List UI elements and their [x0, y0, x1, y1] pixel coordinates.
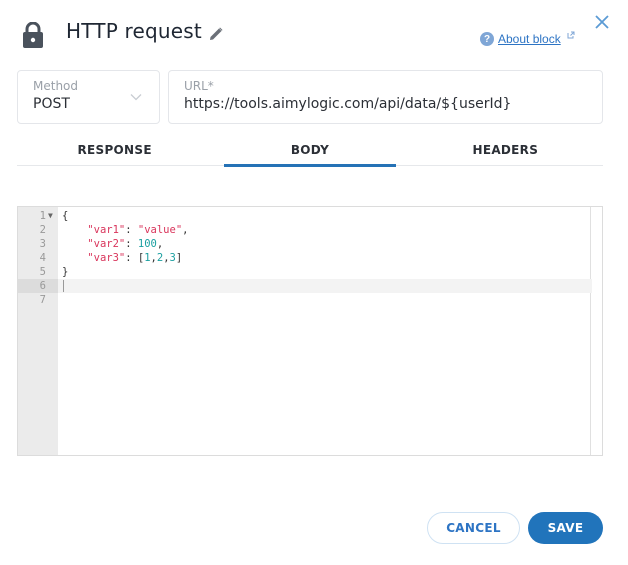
method-select[interactable]: Method POST [17, 70, 160, 124]
url-label: URL* [184, 79, 214, 93]
code-text: "var1": "value", [62, 223, 188, 237]
code-line: 4 "var3": [1,2,3] [18, 251, 592, 265]
close-icon[interactable] [594, 14, 610, 30]
line-number: 7 [39, 294, 46, 306]
line-number: 2 [39, 224, 46, 236]
line-number: 6 [18, 279, 58, 293]
code-text: "var3": [1,2,3] [87, 252, 183, 264]
cancel-button[interactable]: CANCEL [427, 512, 520, 544]
save-button[interactable]: SAVE [528, 512, 603, 544]
code-text: { [62, 210, 69, 222]
code-line: 2 "var1": "value", [18, 223, 592, 237]
chevron-down-icon [130, 94, 142, 101]
fold-arrow-icon[interactable]: ▼ [48, 209, 53, 223]
json-number: 2 [156, 252, 164, 264]
line-number: 3 [39, 238, 46, 250]
json-punct: , [156, 238, 164, 250]
code-line-active: 6 [18, 279, 592, 293]
json-sep: : [125, 238, 138, 250]
json-punct: , [182, 224, 189, 236]
code-line: 3 "var2": 100, [18, 237, 592, 251]
json-string: "value" [137, 224, 183, 236]
code-line: 7 [18, 293, 592, 307]
code-text: "var2": 100, [62, 237, 163, 251]
tab-response[interactable]: RESPONSE [17, 137, 212, 165]
method-value: POST [33, 96, 70, 112]
lock-icon [23, 22, 43, 48]
tab-bar: RESPONSE BODY HEADERS [17, 137, 603, 167]
json-key: "var3" [87, 252, 126, 264]
pencil-icon[interactable] [208, 26, 224, 42]
line-number: 5 [39, 266, 46, 278]
json-number: 1 [144, 252, 151, 264]
about-block-link[interactable]: About block [498, 32, 561, 46]
tab-body[interactable]: BODY [212, 137, 407, 167]
json-punct: ] [175, 252, 183, 264]
line-number: 4 [39, 252, 46, 264]
tab-headers[interactable]: HEADERS [408, 137, 603, 165]
json-sep: : [125, 224, 138, 236]
url-field[interactable]: URL* https://tools.aimylogic.com/api/dat… [168, 70, 603, 124]
json-number: 100 [137, 238, 157, 250]
help-icon: ? [480, 32, 494, 46]
line-number: 1 [39, 210, 46, 222]
about-block: ? About block [480, 31, 575, 46]
text-cursor [63, 280, 64, 292]
method-label: Method [33, 79, 79, 93]
url-value[interactable]: https://tools.aimylogic.com/api/data/${u… [184, 96, 511, 112]
dialog-title: HTTP request [66, 19, 202, 43]
json-key: "var1" [87, 224, 126, 236]
json-key: "var2" [87, 238, 126, 250]
code-text: } [62, 266, 69, 278]
code-line: 1 ▼ { [18, 209, 592, 223]
external-link-icon [567, 31, 575, 39]
code-editor[interactable]: 1 ▼ { 2 "var1": "value", 3 "var2": 100, … [17, 206, 603, 456]
code-line: 5 } [18, 265, 592, 279]
json-sep: : [ [125, 252, 145, 264]
